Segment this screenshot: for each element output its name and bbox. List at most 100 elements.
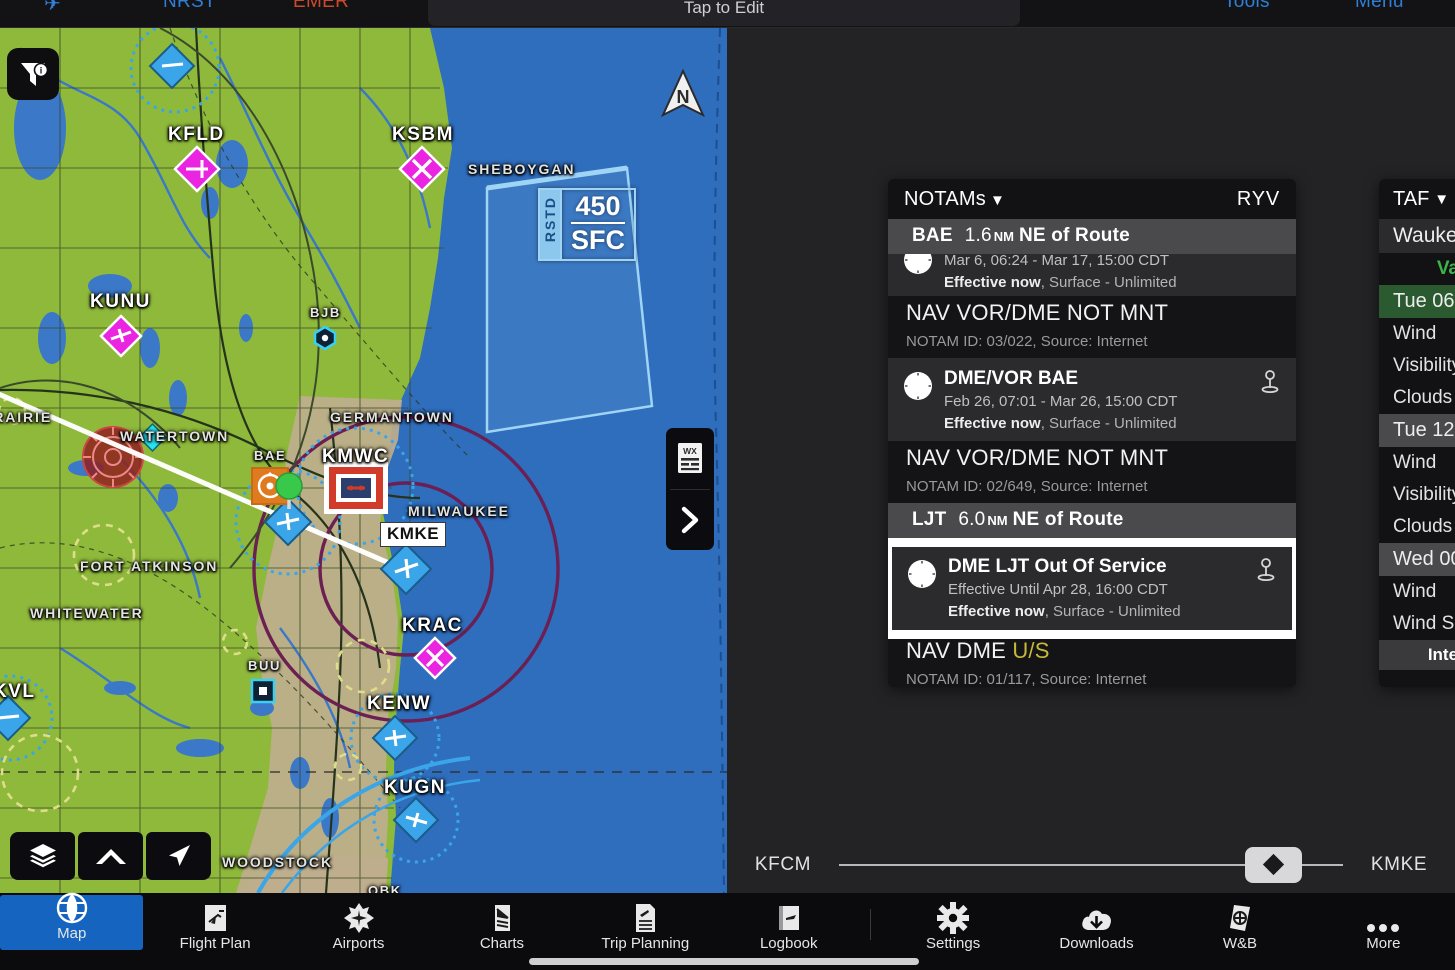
route-destination: KMKE — [1370, 853, 1428, 875]
map-filter-button[interactable]: i — [7, 48, 59, 100]
taf-row-wind: Wind — [1393, 323, 1437, 344]
tab-label: Airports — [332, 935, 385, 953]
charts-icon — [486, 900, 518, 934]
svg-text:N: N — [677, 87, 690, 107]
more-icon — [1366, 900, 1400, 934]
svg-text:WX: WX — [683, 446, 697, 456]
wx-button[interactable]: WX — [666, 428, 714, 489]
notam-title: DME LJT Out Of Service — [948, 556, 1167, 578]
notam-row[interactable]: Mar 6, 06:24 - Mar 17, 15:00 CDT Effecti… — [888, 254, 1296, 296]
map-view[interactable]: RSTD 450 SFC KFLD KSBM SHEBOYGAN KUNU BJB GER… — [0, 28, 727, 893]
notams-list[interactable]: BAE 1.6 NM NE of Route Mar 6, 06:24 - Mar 1… — [888, 219, 1296, 687]
notams-header: NOTAMs ▼ RYV — [888, 179, 1296, 219]
topbar-item-emer[interactable]: EMER — [293, 0, 349, 13]
compass-icon — [907, 559, 937, 594]
topbar-item-tools[interactable]: Tools — [1224, 0, 1270, 13]
tab-airports[interactable]: Airports — [287, 893, 430, 970]
taf-station: Waukesha — [1379, 219, 1455, 253]
tab-map[interactable]: Map — [0, 892, 144, 950]
map-pin-icon[interactable] — [1260, 370, 1280, 399]
rstd-tab-text: RSTD — [542, 196, 558, 243]
tab-label: W&B — [1222, 935, 1258, 953]
rstd-altitudes: 450 SFC — [560, 188, 636, 261]
tab-more[interactable]: More — [1312, 893, 1455, 970]
tab-label: Trip Planning — [601, 935, 690, 953]
notam-effective: Effective now, Surface - Unlimited — [948, 602, 1181, 620]
taf-row-wind: Wind — [1393, 581, 1437, 602]
download-icon — [1080, 900, 1114, 934]
taf-row-wed-00-00: Wed 00:00 — [1379, 543, 1455, 576]
notam-text: NAV VOR/DME NOT MNT — [906, 300, 1169, 325]
notams-station: RYV — [1236, 187, 1280, 210]
notams-title: NOTAMs — [904, 187, 986, 210]
top-bar: ✈ NRST EMER Tools Menu Tap to Edit — [0, 0, 1455, 28]
taf-row-tue-12-00: Tue 12:00 — [1379, 414, 1455, 447]
tab-wb[interactable]: W&B — [1168, 893, 1311, 970]
expand-panel-button[interactable] — [666, 490, 714, 551]
north-arrow-icon: N — [660, 68, 706, 118]
globe-icon — [56, 892, 88, 924]
chevron-down-icon: ▼ — [989, 191, 1005, 209]
notam-group-header[interactable]: BAE 1.6 NM NE of Route — [888, 219, 1296, 254]
rstd-tab: RSTD — [538, 188, 562, 261]
airport-icon — [343, 900, 375, 934]
chevron-right-icon — [681, 506, 699, 533]
diamond-icon — [1262, 853, 1284, 876]
tab-flight-plan[interactable]: Flight Plan — [143, 893, 286, 970]
notam-row[interactable]: DME/VOR BAE Feb 26, 07:01 - Mar 26, 15:0… — [888, 359, 1296, 442]
notam-meta: NOTAM ID: 01/117, Source: Internet — [906, 671, 1147, 687]
tab-label: Charts — [479, 935, 525, 953]
compass-icon — [903, 371, 933, 406]
tabbar-divider — [870, 909, 872, 940]
taf-row-clouds: Clouds — [1393, 516, 1453, 537]
map-layers-button[interactable] — [10, 832, 75, 880]
notam-effective: Effective now, Surface - Unlimited — [944, 273, 1177, 291]
flightplan-icon — [199, 900, 231, 934]
taf-row-clouds: Clouds — [1393, 387, 1453, 408]
notam-text-block: NAV DME U/S NOTAM ID: 01/117, Source: In… — [888, 634, 1296, 687]
tab-label: Logbook — [759, 935, 818, 953]
notam-group-header[interactable]: LJT 6.0 NM NE of Route — [888, 503, 1296, 539]
notam-text-block: NAV VOR/DME NOT MNT NOTAM ID: 03/022, So… — [888, 296, 1296, 358]
notam-highlight-wrap: DME LJT Out Of Service Effective Until A… — [888, 538, 1296, 639]
map-locate-button[interactable] — [146, 832, 211, 880]
topbar-aircraft-icon[interactable]: ✈ — [44, 0, 61, 16]
notam-text-block: NAV VOR/DME NOT MNT NOTAM ID: 02/649, So… — [888, 441, 1296, 504]
rstd-floor: SFC — [571, 224, 625, 255]
taf-row-visibility: Visibility — [1393, 355, 1455, 376]
map-terrain-button[interactable] — [78, 832, 143, 880]
tap-to-edit-bar[interactable]: Tap to Edit — [428, 0, 1020, 26]
gear-icon — [937, 900, 970, 935]
taf-row-visibility: Visibility — [1393, 484, 1455, 505]
topbar-item-nrst[interactable]: NRST — [163, 0, 216, 13]
svg-text:i: i — [40, 66, 43, 76]
map-canvas — [0, 28, 727, 893]
notam-row[interactable]: DME LJT Out Of Service Effective Until A… — [892, 547, 1292, 630]
map-north-button[interactable]: N — [655, 66, 711, 124]
group-direction: NE of Route — [1012, 509, 1124, 531]
taf-header[interactable]: TAF ▼ — [1379, 179, 1455, 219]
topbar-item-menu[interactable]: Menu — [1355, 0, 1404, 13]
notams-panel: NOTAMs ▼ RYV BAE 1.6 NM NE of Route Mar 6, 0… — [888, 179, 1296, 687]
notam-text-status: U/S — [1012, 638, 1050, 664]
taf-row-tue-06-00: Tue 06:00 — [1379, 285, 1455, 318]
layers-icon — [29, 844, 56, 868]
group-direction: NE of Route — [1018, 225, 1130, 246]
taf-source: Internet — [1379, 640, 1455, 670]
map-side-buttons: WX — [666, 428, 714, 550]
notam-text: NAV DME U/S — [906, 638, 1050, 664]
restricted-airspace-label: RSTD 450 SFC — [538, 188, 636, 261]
tab-downloads[interactable]: Downloads — [1025, 893, 1168, 970]
route-slider-track[interactable] — [839, 845, 1343, 885]
chevron-down-icon: ▼ — [1434, 190, 1450, 208]
map-pin-icon[interactable] — [1256, 558, 1276, 587]
notam-title: DME/VOR BAE — [944, 368, 1079, 389]
notam-meta: NOTAM ID: 03/022, Source: Internet — [906, 333, 1148, 350]
notam-highlight-callout: DME LJT Out Of Service Effective Until A… — [888, 538, 1296, 639]
group-code: LJT — [912, 509, 947, 531]
group-distance: 6.0 — [958, 509, 986, 531]
logbook-icon — [773, 900, 805, 934]
notams-title-dropdown[interactable]: NOTAMs ▼ — [904, 188, 1005, 211]
wb-icon — [1224, 900, 1256, 934]
route-slider-handle[interactable] — [1244, 846, 1302, 883]
